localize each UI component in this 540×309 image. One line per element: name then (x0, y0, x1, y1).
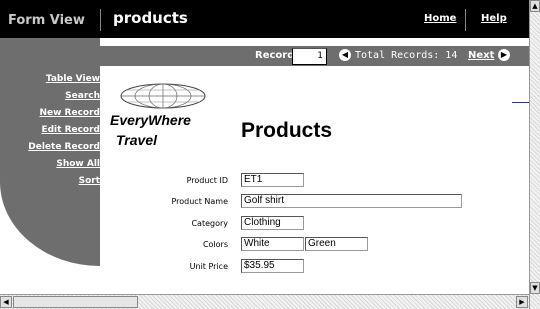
logo-text-line-2: Travel (116, 132, 157, 148)
category-field[interactable]: Clothing (241, 216, 304, 230)
product-name-field[interactable]: Golf shirt (241, 194, 462, 208)
blue-accent-line (512, 102, 530, 103)
sidebar-item-new-record[interactable]: New Record (39, 108, 100, 118)
product-id-field[interactable]: ET1 (241, 173, 304, 187)
sidebar-item-sort[interactable]: Sort (79, 176, 100, 186)
horizontal-scroll-thumb[interactable] (13, 296, 138, 308)
record-label: Record (255, 50, 295, 61)
color-field-1[interactable]: White (241, 237, 304, 251)
previous-record-icon[interactable]: ◀ (339, 49, 351, 61)
vertical-scrollbar[interactable]: ▲ ▼ (529, 0, 540, 309)
products-heading: Products (241, 119, 333, 142)
form-view-label: Form View (8, 13, 85, 28)
sidebar-item-show-all[interactable]: Show All (56, 159, 100, 169)
scroll-down-icon[interactable]: ▼ (530, 282, 540, 294)
header-divider (100, 9, 101, 31)
logo-text-line-1: EveryWhere (110, 112, 191, 128)
horizontal-scrollbar[interactable]: ◀ ▶ (0, 294, 529, 309)
product-id-label: Product ID (186, 176, 228, 185)
total-records-text: Total Records: 14 (355, 50, 458, 61)
product-name-label: Product Name (171, 197, 228, 206)
record-number-input[interactable]: 1 (292, 48, 327, 65)
home-link[interactable]: Home (424, 13, 456, 24)
next-record-icon[interactable]: ▶ (498, 49, 510, 61)
help-link[interactable]: Help (481, 13, 507, 24)
sidebar-item-delete-record[interactable]: Delete Record (28, 142, 100, 152)
header-divider-right (465, 9, 466, 31)
sidebar-item-table-view[interactable]: Table View (46, 74, 100, 84)
sidebar-item-edit-record[interactable]: Edit Record (41, 125, 100, 135)
color-field-2[interactable]: Green (305, 237, 368, 251)
page-title: products (113, 9, 188, 27)
unit-price-field[interactable]: $35.95 (241, 259, 304, 273)
scroll-right-icon[interactable]: ▶ (516, 296, 528, 308)
scroll-up-icon[interactable]: ▲ (530, 0, 540, 12)
sidebar-top (0, 38, 100, 56)
category-label: Category (191, 219, 228, 228)
unit-price-label: Unit Price (189, 262, 228, 271)
next-record-link[interactable]: Next (468, 50, 494, 61)
globe-icon (120, 83, 206, 109)
colors-label: Colors (202, 240, 228, 249)
scroll-left-icon[interactable]: ◀ (0, 296, 12, 308)
sidebar-item-search[interactable]: Search (65, 91, 100, 101)
top-header-bar: Form View products Home Help (0, 0, 529, 38)
